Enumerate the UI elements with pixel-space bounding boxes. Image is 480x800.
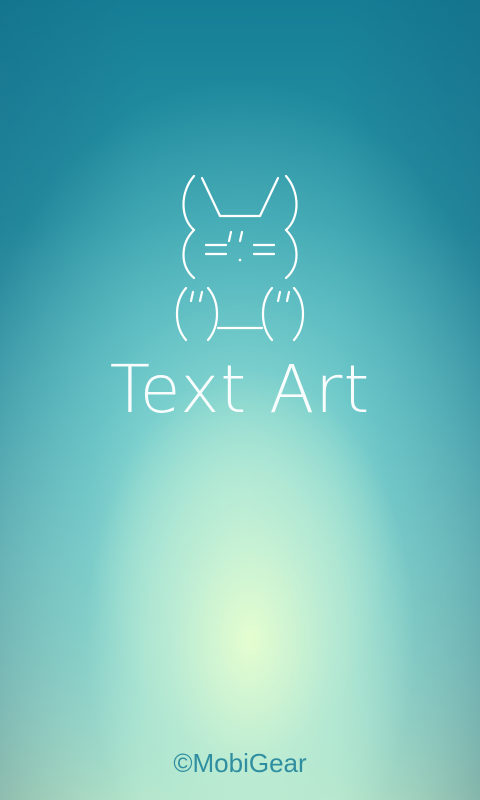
copyright-label: ©MobiGear [173, 748, 307, 778]
app-title: Text Art [109, 351, 371, 428]
splash-screen: Text Art ©MobiGear [0, 0, 480, 800]
text-art-bunny-icon [160, 168, 320, 348]
